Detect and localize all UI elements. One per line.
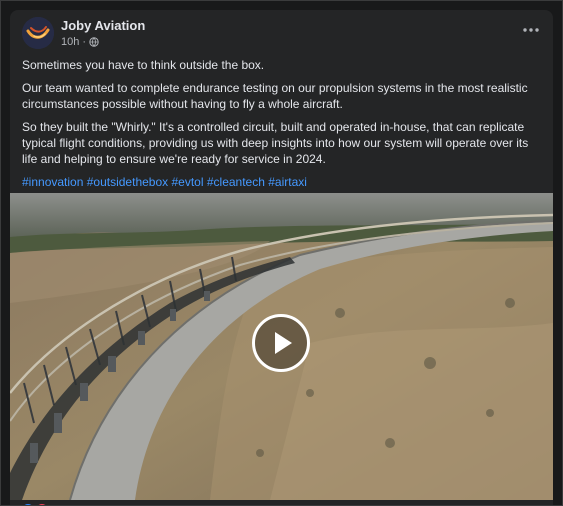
play-button[interactable] <box>252 314 310 372</box>
hashtag-link[interactable]: #evtol <box>171 175 203 189</box>
author-avatar[interactable] <box>22 17 54 49</box>
more-options-icon <box>523 28 539 32</box>
screenshot-frame: Joby Aviation 10h · Sometimes you have t… <box>0 0 563 506</box>
joby-logo-icon <box>22 17 54 49</box>
post-meta: 10h · <box>61 36 99 48</box>
hashtag-link[interactable]: #innovation <box>22 175 83 189</box>
post-paragraph: Sometimes you have to think outside the … <box>22 58 265 72</box>
globe-icon <box>89 37 99 47</box>
post-paragraph: So they built the "Whirly." It's a contr… <box>22 120 529 166</box>
post-header: Joby Aviation 10h · <box>10 10 553 54</box>
hashtag-link[interactable]: #cleantech <box>207 175 265 189</box>
play-icon <box>275 332 292 354</box>
post-paragraph: Our team wanted to complete endurance te… <box>22 81 528 111</box>
feed-post: Joby Aviation 10h · Sometimes you have t… <box>10 10 553 505</box>
post-time[interactable]: 10h <box>61 36 79 48</box>
author-name[interactable]: Joby Aviation <box>61 18 145 33</box>
hashtag-list: #innovation #outsidethebox #evtol #clean… <box>22 174 542 190</box>
more-options-button[interactable] <box>519 20 543 40</box>
hashtag-link[interactable]: #outsidethebox <box>87 175 168 189</box>
post-body: Sometimes you have to think outside the … <box>22 57 542 190</box>
hashtag-link[interactable]: #airtaxi <box>268 175 307 189</box>
video-player[interactable] <box>10 193 553 500</box>
meta-separator: · <box>82 36 87 48</box>
